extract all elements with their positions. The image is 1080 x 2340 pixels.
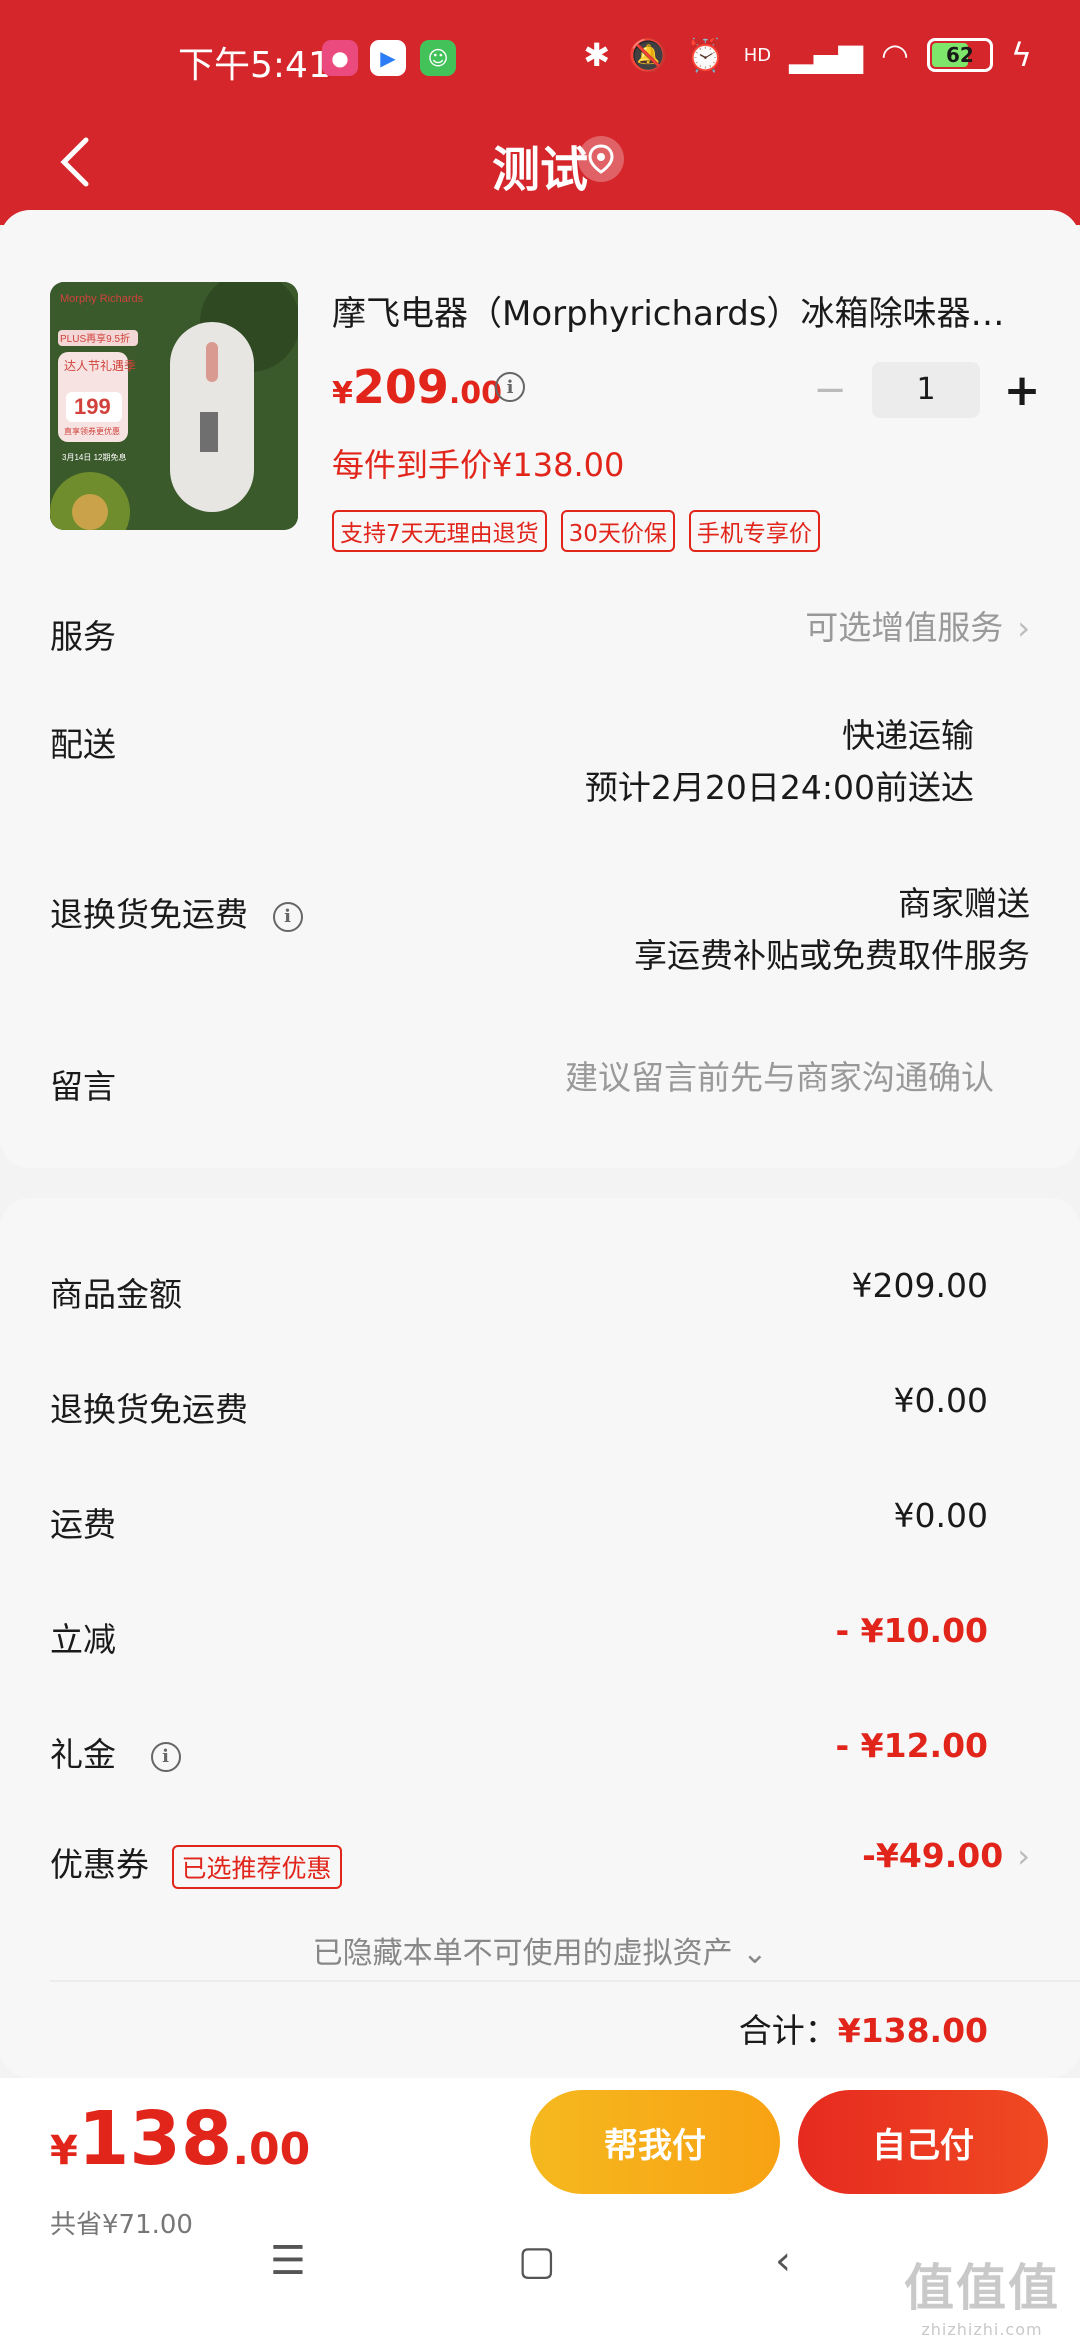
decrease-button[interactable]: −	[808, 367, 852, 413]
checkout-bar: ¥138.00 共省¥71.00 帮我付 自己付 ☰ ▢ ‹ 值值值 zhizh…	[0, 2078, 1080, 2340]
coupon-tag: 已选推荐优惠	[171, 1844, 342, 1889]
service-label: 服务	[50, 617, 116, 656]
shipping-value: ¥0.00	[893, 1496, 988, 1535]
product-tags: 支持7天无理由退货 30天价保 手机专享价	[332, 510, 820, 552]
price-summary-card: 商品金额 ¥209.00 退换货免运费 ¥0.00 运费 ¥0.00 立减 - …	[0, 1198, 1080, 2078]
total-label: 合计：	[738, 2011, 838, 2050]
coupon-value: -¥49.00	[862, 1836, 1004, 1875]
mute-bell-icon: 🔕	[628, 36, 668, 74]
status-bar: 下午5:41 ● ▶ ☺ ✱ 🔕 ⏰ HD ▂▄▆ ◠ 62 ϟ	[0, 0, 1080, 120]
gift-money-value: - ¥12.00	[835, 1726, 988, 1765]
chevron-right-icon: ›	[1017, 609, 1030, 647]
return-freight-value: 商家赠送	[898, 884, 1030, 923]
charging-icon: ϟ	[1010, 36, 1032, 74]
top-header: 下午5:41 ● ▶ ☺ ✱ 🔕 ⏰ HD ▂▄▆ ◠ 62 ϟ 测试	[0, 0, 1080, 225]
info-icon[interactable]: i	[150, 1741, 181, 1772]
tag-mobile-price: 手机专享价	[688, 510, 820, 552]
return-freight-desc: 享运费补贴或免费取件服务	[634, 936, 1030, 975]
svg-text:直享领券更优惠: 直享领券更优惠	[64, 426, 120, 436]
tag-price-protect: 30天价保	[560, 510, 675, 552]
product-title[interactable]: 摩飞电器（Morphyrichards）冰箱除味器…	[332, 286, 1032, 335]
product-price: ¥209.00	[332, 360, 503, 414]
message-label: 留言	[50, 1067, 116, 1106]
product-image[interactable]: Morphy Richards PLUS再享9.5折 达人节礼遇季 199 直享…	[50, 282, 298, 530]
message-row[interactable]: 留言 建议留言前先与商家沟通确认	[50, 1058, 1030, 1120]
wifi-icon: ◠	[880, 36, 909, 74]
svg-text:Morphy Richards: Morphy Richards	[60, 293, 144, 305]
delivery-eta: 预计2月20日24:00前送达	[584, 768, 974, 807]
location-pin-icon[interactable]	[578, 136, 624, 182]
back-nav-icon[interactable]: ‹	[775, 2238, 791, 2284]
hd-signal-icon: HD	[743, 44, 772, 66]
order-item-card: Morphy Richards PLUS再享9.5折 达人节礼遇季 199 直享…	[0, 210, 1080, 1168]
help-me-pay-button[interactable]: 帮我付	[530, 2090, 780, 2194]
chevron-right-icon: ›	[1017, 1837, 1030, 1875]
saved-amount: 共省¥71.00	[50, 2210, 193, 2240]
svg-text:PLUS再享9.5折: PLUS再享9.5折	[60, 332, 130, 345]
delivery-row[interactable]: 配送 快递运输 预计2月20日24:00前送达	[50, 716, 1030, 818]
bluetooth-icon: ✱	[583, 36, 611, 74]
return-freight-row[interactable]: 退换货免运费 i 商家赠送 享运费补贴或免费取件服务	[50, 884, 1030, 988]
total-value: ¥138.00	[837, 2011, 988, 2050]
play-store-icon: ▶	[370, 40, 406, 76]
return-freight-label: 退换货免运费 i	[50, 888, 303, 936]
pay-myself-button[interactable]: 自己付	[798, 2090, 1048, 2194]
svg-text:3月14日 12期免息: 3月14日 12期免息	[62, 452, 126, 462]
page-title: 测试	[491, 142, 588, 198]
battery-icon: 62	[926, 38, 993, 72]
alarm-icon: ⏰	[685, 36, 726, 74]
delivery-label: 配送	[50, 725, 116, 764]
per-item-price: 每件到手价¥138.00	[332, 446, 625, 484]
quantity-stepper: − 1 +	[808, 360, 1044, 420]
menu-icon[interactable]: ☰	[270, 2238, 306, 2284]
goods-amount-value: ¥209.00	[851, 1266, 988, 1305]
return-fee-value: ¥0.00	[893, 1381, 988, 1420]
app-notification-icon: ●	[322, 40, 358, 76]
service-row[interactable]: 服务 可选增值服务 ›	[50, 608, 1030, 670]
signal-icon: ▂▄▆	[789, 36, 863, 74]
quantity-input[interactable]: 1	[872, 362, 980, 418]
svg-text:199: 199	[74, 394, 111, 419]
home-icon[interactable]: ▢	[518, 2238, 556, 2284]
increase-button[interactable]: +	[1000, 365, 1044, 416]
checkout-total: ¥138.00	[50, 2096, 311, 2182]
service-value: 可选增值服务	[805, 608, 1004, 647]
hidden-assets-toggle[interactable]: 已隐藏本单不可使用的虚拟资产 ⌄	[0, 1928, 1080, 1972]
tag-return: 支持7天无理由退货	[332, 510, 547, 552]
price-info-icon[interactable]: i	[495, 372, 525, 402]
delivery-method: 快递运输	[842, 716, 974, 755]
message-input[interactable]: 建议留言前先与商家沟通确认	[565, 1052, 994, 1104]
svg-text:达人节礼遇季: 达人节礼遇季	[64, 358, 136, 373]
wechat-app-icon: ☺	[420, 40, 456, 76]
status-time: 下午5:41	[178, 45, 331, 86]
info-icon[interactable]: i	[272, 901, 303, 932]
discount-value: - ¥10.00	[835, 1611, 988, 1650]
watermark-logo: 值值值 zhizhizhi.com	[904, 2259, 1060, 2339]
status-icons: ✱ 🔕 ⏰ HD ▂▄▆ ◠ 62 ϟ	[583, 36, 1032, 74]
divider	[50, 1980, 1080, 1982]
